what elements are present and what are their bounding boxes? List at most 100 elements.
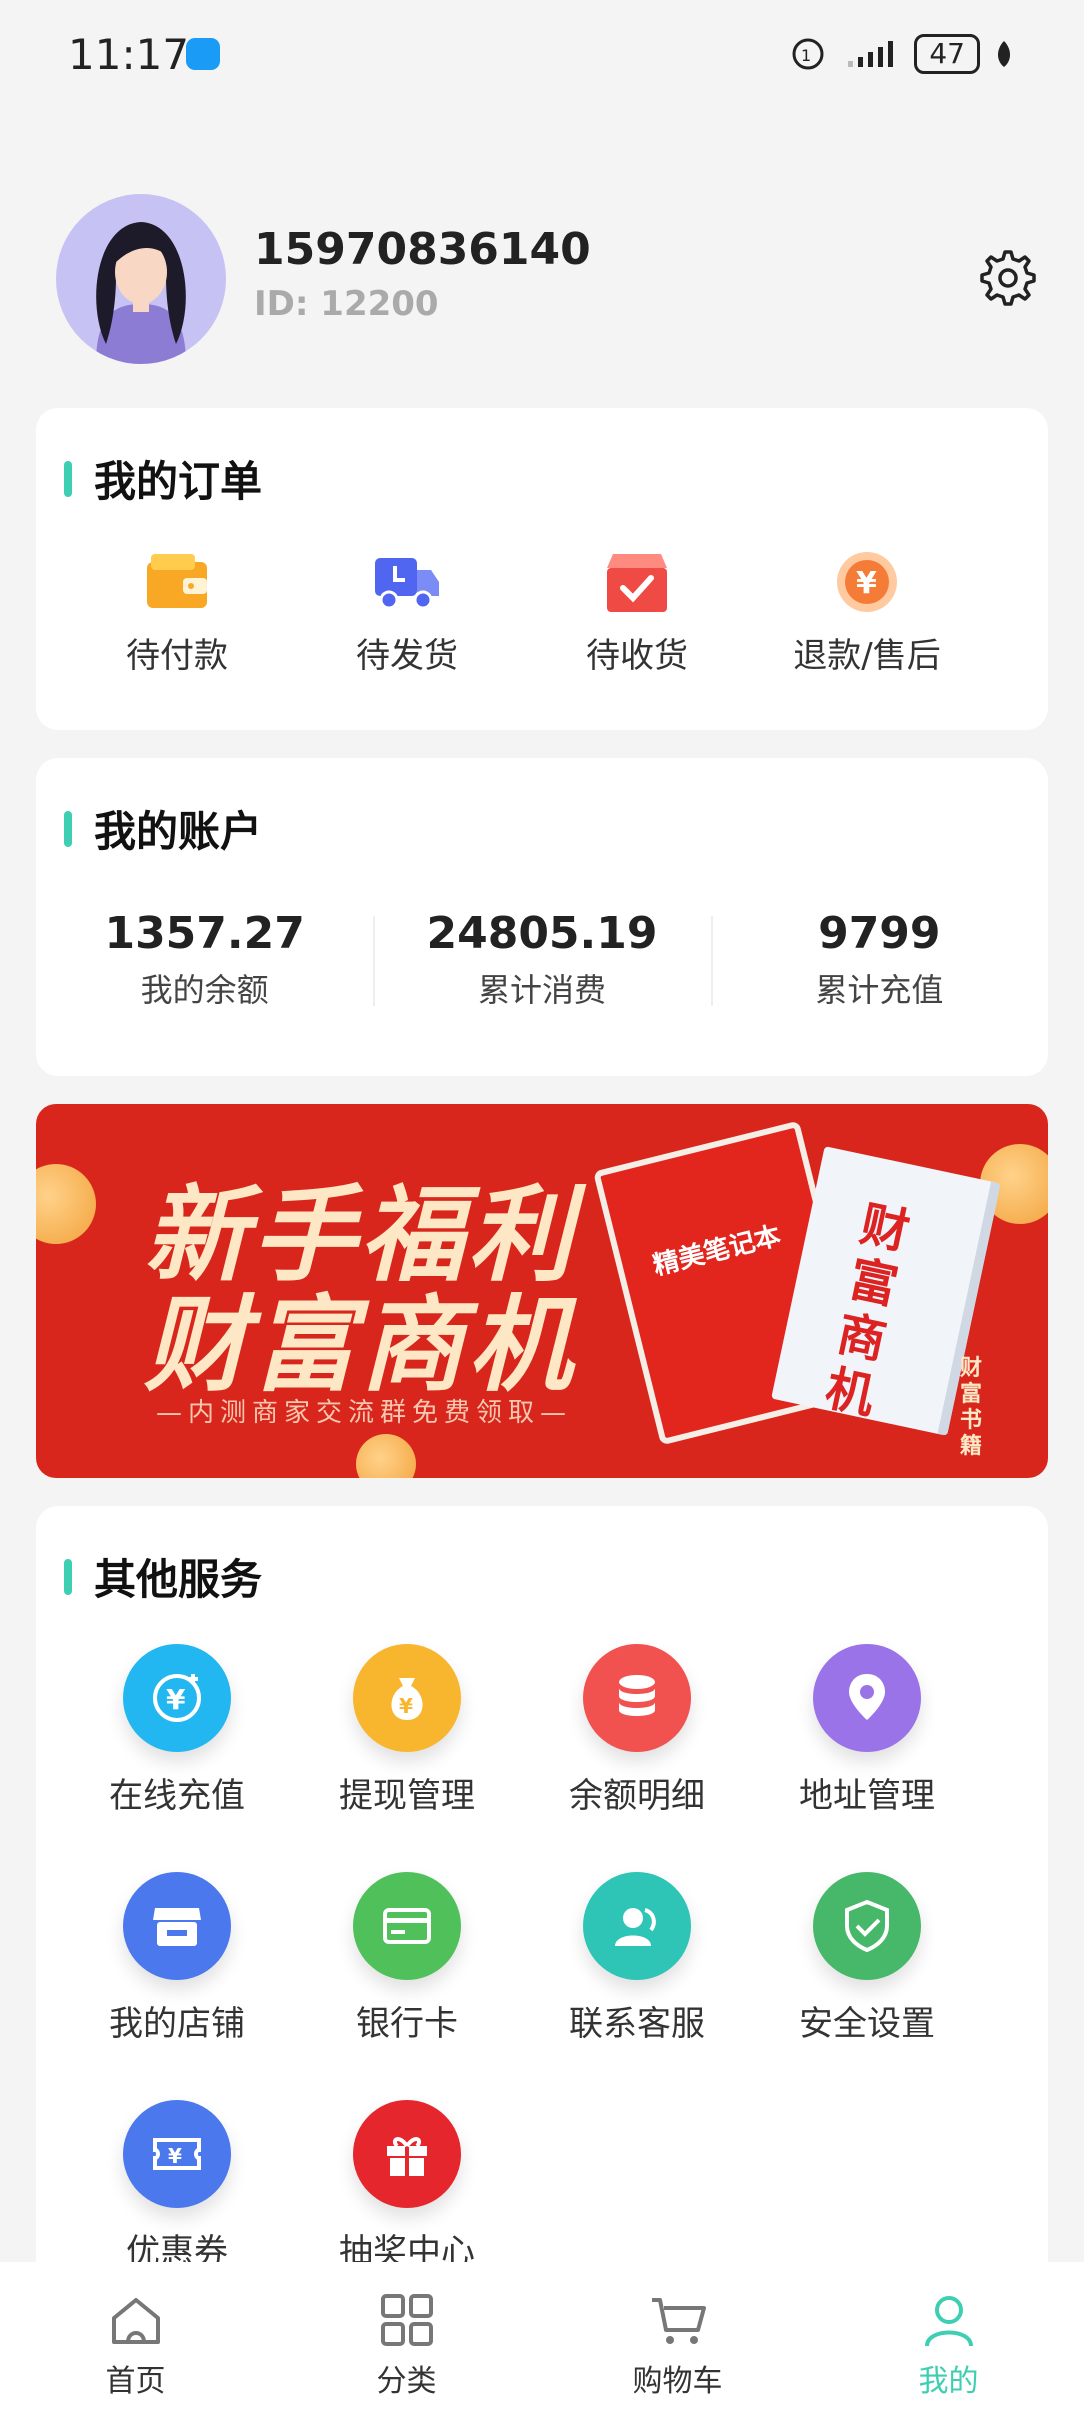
service-label: 我的店铺 xyxy=(109,2004,245,2044)
truck-icon xyxy=(375,558,439,610)
order-item-label: 待发货 xyxy=(356,636,458,676)
tab-cart[interactable]: 购物车 xyxy=(542,2262,813,2412)
gift-icon xyxy=(353,2100,461,2208)
account-total-spent[interactable]: 24805.19 累计消费 xyxy=(373,908,710,1011)
banner-line-1: 新手福利 xyxy=(144,1174,577,1296)
wallet-icon xyxy=(147,554,207,608)
svg-text:¥: ¥ xyxy=(856,566,877,601)
account-stats-row: 1357.27 我的余额 24805.19 累计消费 9799 累计充值 xyxy=(36,908,1048,1011)
order-item-label: 待付款 xyxy=(126,636,228,676)
tab-mine[interactable]: 我的 xyxy=(813,2262,1084,2412)
box-check-icon xyxy=(607,554,667,612)
account-balance[interactable]: 1357.27 我的余额 xyxy=(36,908,373,1011)
services-title: 其他服务 xyxy=(64,1546,262,1607)
tab-category[interactable]: 分类 xyxy=(271,2262,542,2412)
book-title: 财富商机 xyxy=(820,1196,915,1426)
service-label: 提现管理 xyxy=(339,1776,475,1816)
service-address-management[interactable]: 地址管理 xyxy=(752,1644,982,1872)
battery-indicator: 47 xyxy=(914,34,980,74)
service-balance-details[interactable]: 余额明细 xyxy=(522,1644,752,1872)
shield-icon xyxy=(813,1872,921,1980)
services-title-text: 其他服务 xyxy=(94,1555,263,1604)
service-label: 安全设置 xyxy=(799,2004,935,2044)
account-title: 我的账户 xyxy=(64,798,262,859)
user-phone: 15970836140 xyxy=(254,224,591,275)
cart-icon xyxy=(651,2298,706,2344)
service-label: 在线充值 xyxy=(109,1776,245,1816)
banner-subtitle: —内测商家交流群免费领取— xyxy=(156,1398,573,1428)
status-time: 11:17 xyxy=(68,30,190,79)
recharge-icon: ¥ xyxy=(123,1644,231,1752)
service-online-recharge[interactable]: ¥ 在线充值 xyxy=(62,1644,292,1872)
service-customer-support[interactable]: 联系客服 xyxy=(522,1872,752,2100)
home-icon xyxy=(111,2298,160,2344)
order-pending-shipment[interactable]: 待发货 xyxy=(292,548,522,677)
location-icon xyxy=(813,1644,921,1752)
service-label: 余额明细 xyxy=(569,1776,705,1816)
money-bag-icon: ¥ xyxy=(353,1644,461,1752)
signal-icon xyxy=(848,41,894,67)
leaf-icon xyxy=(998,41,1010,67)
banner-side-text: 财富书籍 xyxy=(960,1356,983,1459)
data-icon: 1 xyxy=(792,38,824,70)
svg-text:¥: ¥ xyxy=(168,2144,182,2168)
title-accent-bar xyxy=(64,460,72,497)
stat-label: 累计充值 xyxy=(815,971,944,1009)
database-icon xyxy=(583,1644,691,1752)
service-bank-card[interactable]: 银行卡 xyxy=(292,1872,522,2100)
customer-service-icon xyxy=(583,1872,691,1980)
settings-gear-icon[interactable] xyxy=(976,246,1036,306)
order-refund-aftersale[interactable]: ¥ 退款/售后 xyxy=(752,548,982,677)
grid-icon xyxy=(380,2294,433,2346)
promo-banner[interactable]: 新手福利 财富商机 —内测商家交流群免费领取— 精美笔记本 财富商机 财富书籍 xyxy=(36,1104,1048,1478)
refund-icon: ¥ xyxy=(837,552,897,612)
user-icon xyxy=(924,2296,973,2347)
banner-headline: 新手福利 财富商机 xyxy=(144,1180,576,1400)
order-pending-payment[interactable]: 待付款 xyxy=(62,548,292,677)
orders-title: 我的订单 xyxy=(64,448,262,509)
order-item-label: 退款/售后 xyxy=(793,636,941,676)
tab-home[interactable]: 首页 xyxy=(0,2262,271,2412)
user-id: ID: 12200 xyxy=(254,284,439,324)
title-accent-bar xyxy=(64,1558,72,1595)
svg-text:¥: ¥ xyxy=(399,1694,413,1718)
status-bar: 11:17 1 47 xyxy=(0,0,1084,110)
account-title-text: 我的账户 xyxy=(94,807,263,856)
stat-label: 累计消费 xyxy=(477,971,606,1009)
stat-label: 我的余额 xyxy=(140,971,269,1009)
stat-value: 9799 xyxy=(818,908,941,959)
tab-label: 我的 xyxy=(918,2364,979,2399)
account-total-recharged[interactable]: 9799 累计充值 xyxy=(710,908,1048,1011)
stat-value: 1357.27 xyxy=(104,908,305,959)
tab-label: 首页 xyxy=(105,2364,166,2399)
avatar[interactable] xyxy=(56,194,226,364)
service-withdrawal[interactable]: ¥ 提现管理 xyxy=(292,1644,522,1872)
order-pending-receipt[interactable]: 待收货 xyxy=(522,548,752,677)
service-security-settings[interactable]: 安全设置 xyxy=(752,1872,982,2100)
service-label: 联系客服 xyxy=(569,2004,705,2044)
service-label: 地址管理 xyxy=(799,1776,935,1816)
profile-header: 15970836140 ID: 12200 xyxy=(56,194,1036,364)
services-card: 其他服务 ¥ 在线充值 ¥ 提现管理 余额明细 地址管理 我的店铺 银行卡 联系… xyxy=(36,1506,1048,2286)
service-my-store[interactable]: 我的店铺 xyxy=(62,1872,292,2100)
order-status-row: 待付款 待发货 待收货 ¥ 退款/售后 xyxy=(36,548,1048,677)
banner-line-2: 财富商机 xyxy=(144,1284,577,1406)
coin-decoration xyxy=(356,1434,416,1478)
status-icons: 1 47 xyxy=(790,34,1014,74)
coin-decoration xyxy=(36,1164,96,1244)
svg-text:1: 1 xyxy=(801,46,811,65)
services-grid: ¥ 在线充值 ¥ 提现管理 余额明细 地址管理 我的店铺 银行卡 联系客服 安全… xyxy=(36,1644,1048,2328)
coupon-icon: ¥ xyxy=(123,2100,231,2208)
notebook-title: 精美笔记本 xyxy=(650,1220,784,1282)
account-card: 我的账户 1357.27 我的余额 24805.19 累计消费 9799 累计充… xyxy=(36,758,1048,1076)
bank-card-icon xyxy=(353,1872,461,1980)
message-notification-icon xyxy=(186,38,220,70)
orders-title-text: 我的订单 xyxy=(94,457,263,506)
title-accent-bar xyxy=(64,810,72,847)
store-icon xyxy=(123,1872,231,1980)
order-item-label: 待收货 xyxy=(586,636,688,676)
tab-label: 分类 xyxy=(376,2364,437,2399)
service-label: 银行卡 xyxy=(356,2004,458,2044)
svg-text:¥: ¥ xyxy=(166,1683,186,1716)
orders-card: 我的订单 待付款 待发货 待收货 ¥ 退款/售后 xyxy=(36,408,1048,730)
